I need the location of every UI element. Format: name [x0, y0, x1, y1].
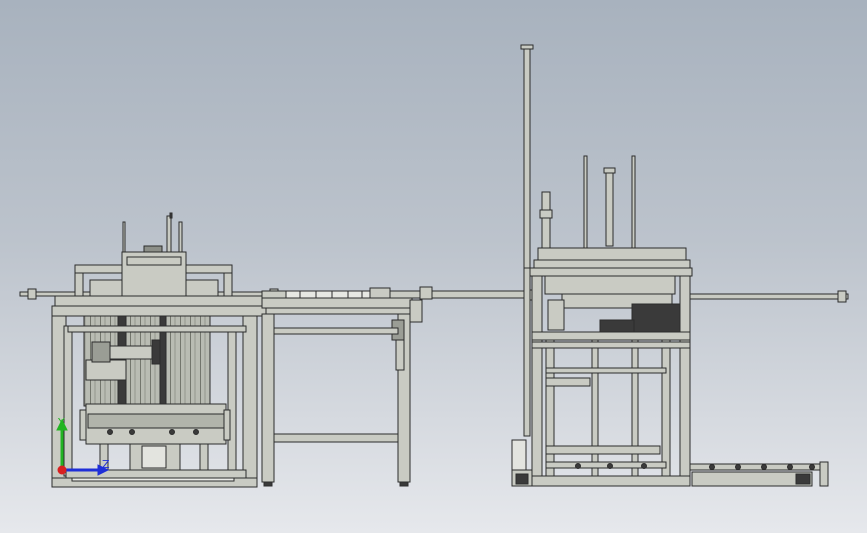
right-column-right: [679, 275, 691, 483]
x-axis-marker: [57, 465, 67, 475]
right-column-left: [531, 275, 543, 483]
right-top-plate: [529, 267, 693, 277]
right-drive-unit: [631, 303, 681, 333]
y-axis-label: Y: [57, 416, 65, 429]
right-base: [531, 475, 691, 487]
right-guide-rod: [689, 293, 849, 300]
left-top-plate: [51, 305, 271, 317]
right-mast: [523, 47, 531, 269]
left-machine: [19, 212, 281, 488]
z-axis-label: Z: [102, 458, 110, 471]
right-machine: [511, 44, 849, 487]
machine-assembly-drawing: Y Z: [19, 44, 849, 488]
cad-viewport[interactable]: Y Z: [0, 0, 867, 533]
right-top-head: [537, 247, 687, 261]
left-column-right: [242, 315, 258, 487]
center-conveyor: [261, 286, 533, 487]
conveyor-leg-left: [261, 313, 275, 483]
left-motor: [91, 341, 111, 363]
